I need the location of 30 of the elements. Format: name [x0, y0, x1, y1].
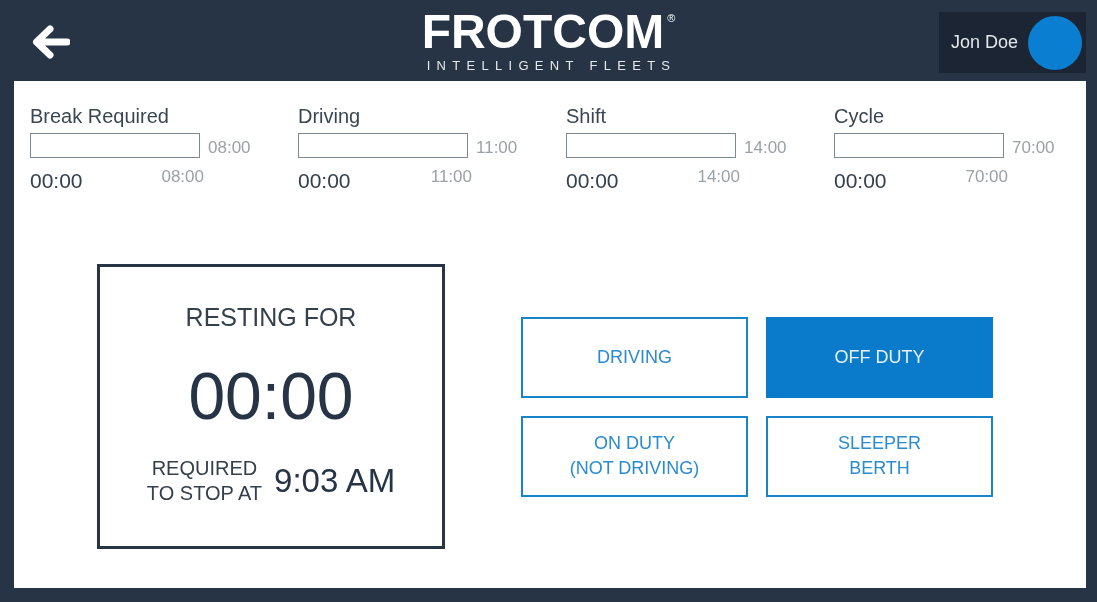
resting-title: RESTING FOR	[185, 303, 357, 331]
scale-end: 08:00	[161, 167, 204, 187]
scale-end: 14:00	[697, 167, 740, 187]
elapsed-time: 00:00	[566, 168, 619, 193]
duty-status-button[interactable]: DRIVING	[521, 316, 748, 398]
avatar-icon	[1028, 15, 1082, 70]
meter-label: Driving	[298, 104, 361, 128]
meter-limit: 14:00	[744, 138, 787, 158]
duty-status-button[interactable]: SLEEPER BERTH	[766, 415, 993, 497]
stop-label: REQUIRED TO STOP AT	[146, 456, 263, 506]
duty-status-button[interactable]: ON DUTY (NOT DRIVING)	[521, 415, 748, 497]
meter-label: Shift	[566, 104, 607, 128]
meter-limit: 08:00	[208, 138, 251, 158]
user-button[interactable]: Jon Doe	[938, 12, 1086, 73]
elapsed-time: 00:00	[298, 168, 351, 193]
elapsed-time: 00:00	[834, 168, 887, 193]
elapsed-time: 00:00	[30, 168, 83, 193]
meter-label: Break Required	[30, 104, 169, 128]
meter-label: Cycle	[834, 104, 884, 128]
meter-limit: 70:00	[1012, 138, 1055, 158]
back-arrow-icon	[30, 24, 70, 60]
registered-mark: ®	[667, 13, 676, 24]
duty-status-button[interactable]: OFF DUTY	[766, 316, 993, 398]
resting-duration: 00:00	[188, 362, 354, 430]
stop-time: 9:03 AM	[274, 462, 396, 500]
logo-wordmark: FROTCOM	[421, 8, 665, 56]
scale-end: 11:00	[430, 167, 472, 187]
logo-tagline: INTELLIGENT FLEETS	[425, 58, 677, 73]
scale-end: 70:00	[965, 167, 1008, 187]
meter-limit: 11:00	[476, 138, 518, 158]
